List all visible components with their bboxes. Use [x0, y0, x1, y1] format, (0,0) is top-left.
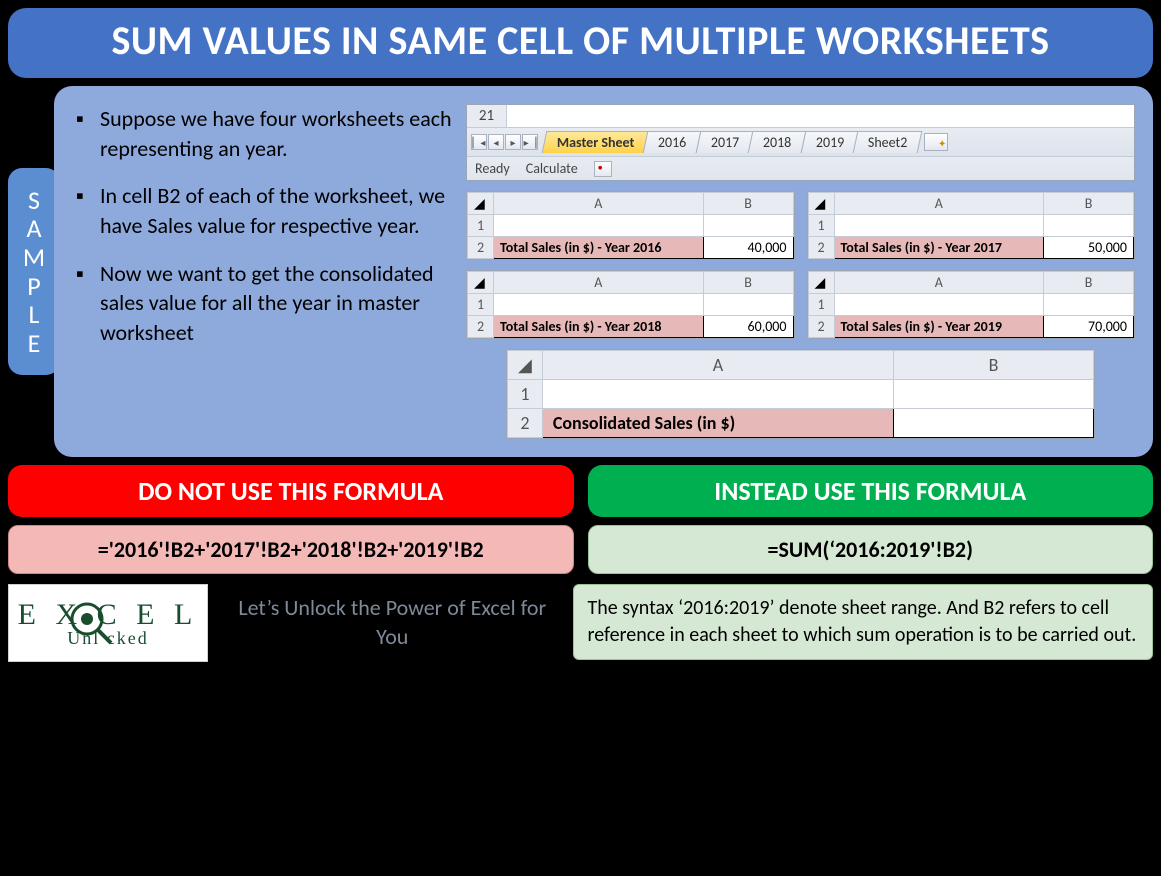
- col-header[interactable]: A: [494, 193, 704, 215]
- sheet-tab-sheet2[interactable]: Sheet2: [853, 131, 923, 153]
- row-header[interactable]: 2: [808, 237, 834, 259]
- sheet-tab-2019[interactable]: 2019: [800, 131, 859, 153]
- mini-sheet-2019: ◢AB 1 2Total Sales (in $) - Year 201970,…: [807, 270, 1136, 339]
- row-header[interactable]: 1: [468, 215, 494, 237]
- status-ready: Ready: [475, 160, 510, 177]
- sheet-tab-master[interactable]: Master Sheet: [542, 131, 650, 153]
- use-heading: INSTEAD USE THIS FORMULA: [588, 465, 1154, 517]
- select-all-corner[interactable]: ◢: [808, 193, 834, 215]
- col-header[interactable]: B: [703, 193, 793, 215]
- sales-label-cell: Total Sales (in $) - Year 2017: [834, 237, 1044, 259]
- mini-sheet-2016: ◢AB 1 2Total Sales (in $) - Year 201640,…: [466, 191, 795, 260]
- col-header[interactable]: A: [494, 272, 704, 294]
- sales-label-cell: Total Sales (in $) - Year 2019: [834, 316, 1044, 338]
- nav-prev-icon[interactable]: ◂: [488, 134, 504, 150]
- col-header[interactable]: B: [1044, 272, 1134, 294]
- nav-last-icon[interactable]: ▸▕: [522, 134, 538, 150]
- syntax-explanation: The syntax ‘2016:2019’ denote sheet rang…: [573, 584, 1154, 660]
- nav-first-icon[interactable]: ▏◂: [471, 134, 487, 150]
- col-header[interactable]: A: [834, 272, 1044, 294]
- sales-value-cell: 60,000: [703, 316, 793, 338]
- row-number: 21: [467, 105, 507, 127]
- status-calculate: Calculate: [526, 160, 578, 177]
- row-header[interactable]: 2: [468, 237, 494, 259]
- bullet-list: Suppose we have four worksheets each rep…: [76, 104, 456, 439]
- sheet-tab-2017[interactable]: 2017: [695, 131, 754, 153]
- bullet-item: Suppose we have four worksheets each rep…: [76, 104, 456, 163]
- row-header[interactable]: 1: [468, 294, 494, 316]
- bullet-item: Now we want to get the consolidated sale…: [76, 259, 456, 348]
- select-all-corner[interactable]: ◢: [468, 193, 494, 215]
- row-header[interactable]: 1: [808, 215, 834, 237]
- macro-record-icon[interactable]: [594, 161, 612, 177]
- bad-formula-box: ='2016'!B2+'2017'!B2+'2018'!B2+'2019'!B2: [8, 525, 574, 574]
- row-header[interactable]: 2: [808, 316, 834, 338]
- worksheet-tabstrip: 21 ▏◂ ◂ ▸ ▸▕ Master Sheet 2016 2017: [466, 104, 1135, 181]
- tagline-text: Let’s Unlock the Power of Excel for You: [226, 594, 559, 651]
- nav-next-icon[interactable]: ▸: [505, 134, 521, 150]
- sales-value-cell: 40,000: [703, 237, 793, 259]
- sales-label-cell: Total Sales (in $) - Year 2016: [494, 237, 704, 259]
- sales-label-cell: Total Sales (in $) - Year 2018: [494, 316, 704, 338]
- select-all-corner[interactable]: ◢: [808, 272, 834, 294]
- consolidated-value-cell: [894, 409, 1094, 438]
- mini-sheet-2017: ◢AB 1 2Total Sales (in $) - Year 201750,…: [807, 191, 1136, 260]
- consolidated-label-cell: Consolidated Sales (in $): [542, 409, 893, 438]
- sample-panel: Suppose we have four worksheets each rep…: [54, 86, 1153, 457]
- col-header[interactable]: B: [894, 351, 1094, 380]
- sales-value-cell: 70,000: [1044, 316, 1134, 338]
- dont-use-heading: DO NOT USE THIS FORMULA: [8, 465, 574, 517]
- row-header[interactable]: 1: [808, 294, 834, 316]
- col-header[interactable]: B: [703, 272, 793, 294]
- sample-badge: SAMPLE: [8, 168, 60, 376]
- row-header[interactable]: 2: [508, 409, 543, 438]
- select-all-corner[interactable]: ◢: [468, 272, 494, 294]
- row-header[interactable]: 1: [508, 380, 543, 409]
- sheet-nav-buttons[interactable]: ▏◂ ◂ ▸ ▸▕: [471, 134, 538, 150]
- consolidated-sheet: ◢AB 1 2Consolidated Sales (in $): [506, 349, 1095, 439]
- row-header[interactable]: 2: [468, 316, 494, 338]
- new-sheet-icon[interactable]: [924, 133, 948, 151]
- col-header[interactable]: B: [1044, 193, 1134, 215]
- good-formula-box: =SUM(‘2016:2019'!B2): [588, 525, 1154, 574]
- page-title: SUM VALUES IN SAME CELL OF MULTIPLE WORK…: [8, 8, 1153, 78]
- col-header[interactable]: A: [834, 193, 1044, 215]
- col-header[interactable]: A: [542, 351, 893, 380]
- sales-value-cell: 50,000: [1044, 237, 1134, 259]
- sheet-tab-2016[interactable]: 2016: [643, 131, 702, 153]
- select-all-corner[interactable]: ◢: [508, 351, 543, 380]
- excel-unlocked-logo: E X C E L Unl cked: [8, 584, 208, 662]
- mini-sheet-2018: ◢AB 1 2Total Sales (in $) - Year 201860,…: [466, 270, 795, 339]
- bullet-item: In cell B2 of each of the worksheet, we …: [76, 181, 456, 240]
- magnifier-icon: [67, 599, 113, 645]
- sheet-tab-2018[interactable]: 2018: [748, 131, 807, 153]
